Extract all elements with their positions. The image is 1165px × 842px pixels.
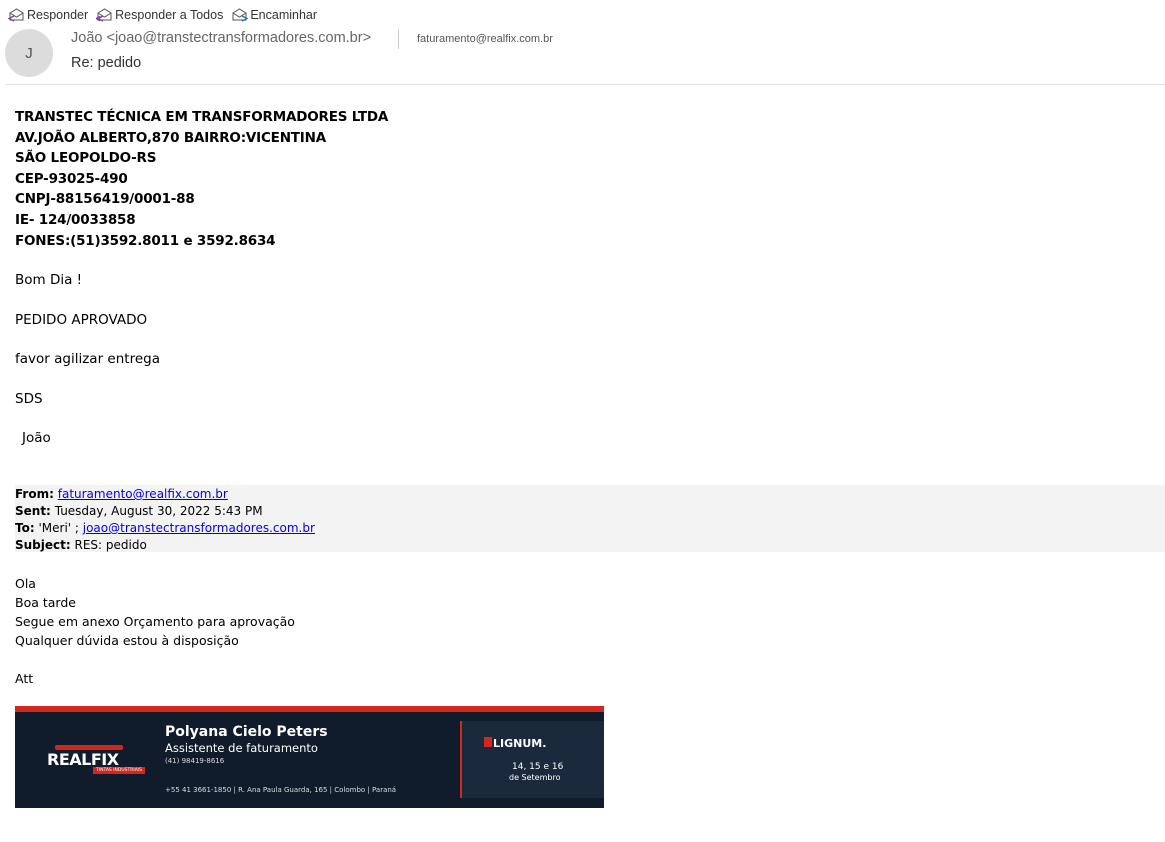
event-dates: 14, 15 e 16 [512, 762, 564, 772]
signature-address: +55 41 3661-1850 | R. Ana Paula Guarda, … [165, 786, 397, 794]
header-rule [5, 84, 1165, 85]
reply-signature: João [22, 430, 51, 446]
reply-label: Responder [27, 8, 89, 22]
header-divider [398, 29, 399, 49]
reply-all-label: Responder a Todos [115, 8, 224, 22]
company-address: AV.JOÃO ALBERTO,870 BAIRRO:VICENTINA [15, 130, 326, 146]
quoted-to-prefix: 'Meri' ; [38, 521, 83, 535]
event-month: de Setembro [509, 773, 561, 782]
forward-button[interactable]: Encaminhar [231, 7, 317, 23]
quoted-subject-value: RES: pedido [74, 538, 147, 552]
quoted-sent: Sent: Tuesday, August 30, 2022 5:43 PM [15, 504, 263, 518]
quoted-from: From: faturamento@realfix.com.br [15, 487, 228, 501]
quoted-closing: Att [15, 671, 34, 686]
message-subject: Re: pedido [71, 55, 142, 71]
reply-greeting: Bom Dia ! [15, 272, 83, 288]
quoted-subject: Subject: RES: pedido [15, 538, 147, 552]
company-phones: FONES:(51)3592.8011 e 3592.8634 [15, 233, 276, 249]
reply-approved: PEDIDO APROVADO [15, 312, 148, 328]
quoted-from-link[interactable]: faturamento@realfix.com.br [58, 487, 228, 501]
forward-icon [232, 8, 249, 22]
company-cnpj: CNPJ-88156419/0001-88 [15, 191, 195, 207]
quoted-sent-value: Tuesday, August 30, 2022 5:43 PM [54, 504, 263, 518]
quoted-line-4: Qualquer dúvida estou à disposição [15, 633, 239, 648]
lignum-logo: LIGNUM. [493, 737, 547, 750]
company-cep: CEP-93025-490 [15, 171, 128, 187]
signature-name: Polyana Cielo Peters [165, 724, 328, 740]
signature-banner: REALFIX TINTAS INDUSTRIAIS Polyana Cielo… [15, 706, 604, 808]
company-city: SÃO LEOPOLDO-RS [15, 150, 157, 166]
quoted-sent-label: Sent: [15, 504, 51, 518]
reply-request: favor agilizar entrega [15, 351, 160, 367]
sender-avatar: J [5, 29, 53, 77]
reply-button[interactable]: Responder [8, 7, 88, 23]
signature-phone: (41) 98419-8616 [165, 757, 225, 765]
message-toolbar: Responder Responder a Todos Encaminhar [8, 6, 325, 24]
reply-all-button[interactable]: Responder a Todos [96, 7, 223, 23]
reply-icon [8, 8, 24, 22]
realfix-tagline: TINTAS INDUSTRIAIS [93, 767, 145, 774]
reply-all-icon [96, 8, 112, 22]
company-ie: IE- 124/0033858 [15, 212, 136, 228]
company-name: TRANSTEC TÉCNICA EM TRANSFORMADORES LTDA [15, 109, 389, 125]
quoted-to-link[interactable]: joao@transtectransformadores.com.br [83, 521, 315, 535]
forward-label: Encaminhar [250, 8, 318, 22]
banner-accent-bar [15, 706, 604, 712]
quoted-header: From: faturamento@realfix.com.br Sent: T… [15, 485, 1165, 552]
quoted-to-label: To: [15, 521, 35, 535]
quoted-to: To: 'Meri' ; joao@transtectransformadore… [15, 521, 315, 535]
quoted-line-1: Ola [15, 576, 36, 591]
recipient-address[interactable]: faturamento@realfix.com.br [417, 33, 553, 45]
lignum-event-panel: LIGNUM. 14, 15 e 16 de Setembro [460, 721, 604, 798]
signature-role: Assistente de faturamento [165, 741, 318, 755]
sender-name[interactable]: João <joao@transtectransformadores.com.b… [71, 30, 371, 46]
reply-closing: SDS [15, 391, 43, 407]
quoted-line-3: Segue em anexo Orçamento para aprovação [15, 614, 295, 629]
quoted-line-2: Boa tarde [15, 595, 76, 610]
quoted-subject-label: Subject: [15, 538, 71, 552]
quoted-from-label: From: [15, 487, 54, 501]
lignum-logo-mark [484, 737, 492, 747]
